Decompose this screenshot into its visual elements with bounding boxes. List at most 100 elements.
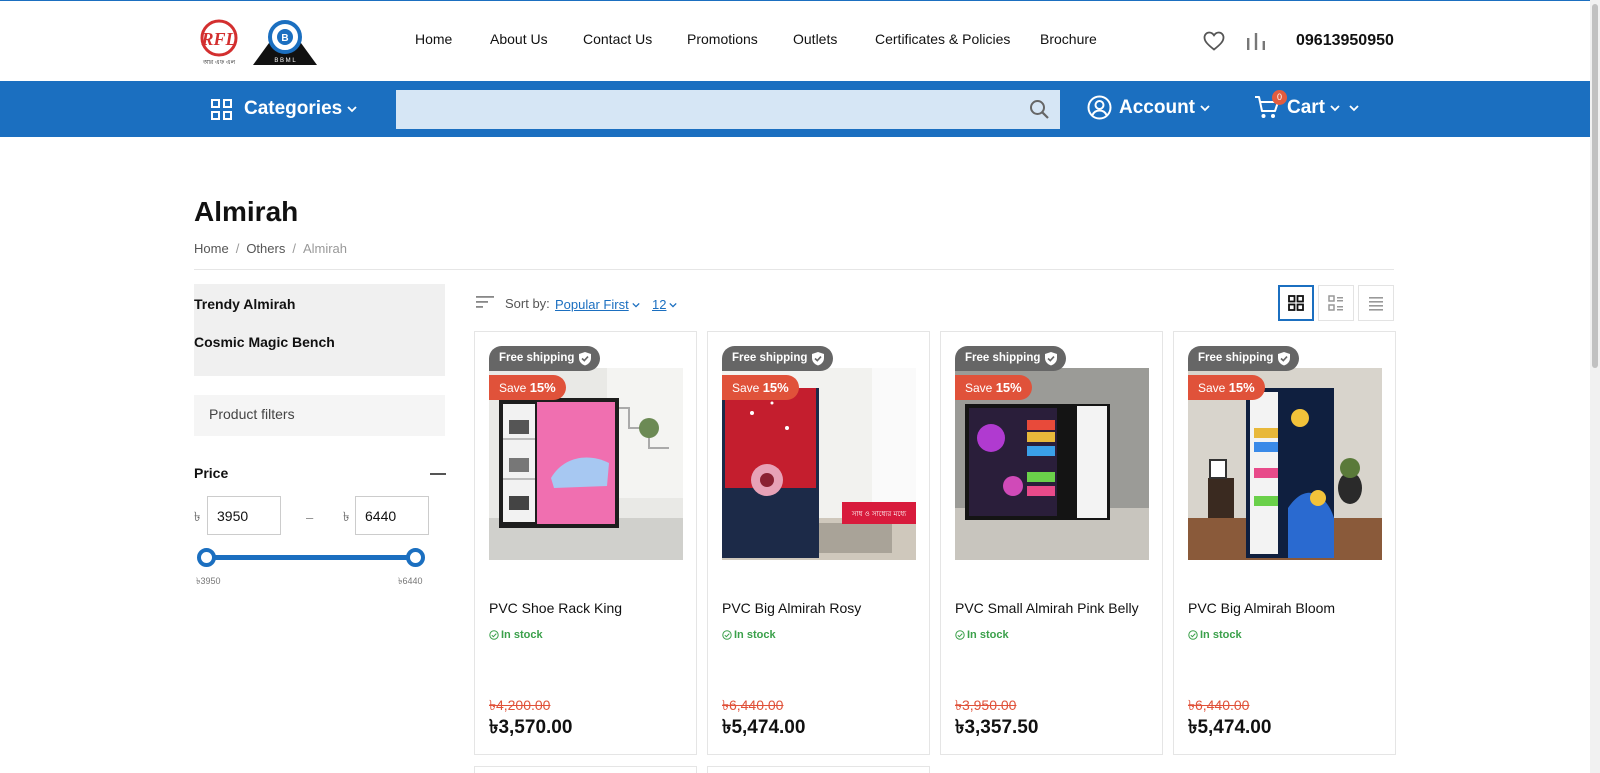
collapse-icon[interactable] [430,473,446,475]
check-circle-icon [722,630,732,640]
discount-prefix: Save [965,381,993,395]
bar-chart-icon[interactable] [1244,29,1268,53]
cart-count-badge: 0 [1272,90,1287,105]
chevron-down-icon [669,302,678,308]
product-name[interactable]: PVC Shoe Rack King [489,600,622,616]
shield-check-icon [1278,352,1291,366]
chevron-down-icon [1349,104,1359,111]
page-title: Almirah [194,196,299,227]
search-icon[interactable] [1029,99,1050,120]
price-max-input[interactable] [355,496,429,535]
subcategory-trendy-almirah[interactable]: Trendy Almirah [194,296,295,312]
price-filter-heading: Price [194,465,229,481]
chevron-down-icon [347,106,357,113]
product-card[interactable]: সাধ ও সাধ্যের মধ্যে Free shipping Save 1… [707,331,930,755]
per-page-select[interactable]: 12 [652,297,678,312]
product-card[interactable]: Free shipping Save 15% PVC Small Almirah… [940,331,1163,755]
product-filters-toggle[interactable]: Product filters [194,395,445,436]
top-header: RFL আর এফ এল B B B M L Home About Us Con… [0,0,1590,81]
per-page-value: 12 [652,297,667,312]
bbml-logo-subtext: B B M L [274,58,296,64]
divider [194,269,1394,270]
free-shipping-label: Free shipping [499,352,575,364]
search-input[interactable] [396,90,1016,129]
page-scrollbar[interactable] [1590,0,1600,773]
currency-symbol: ৳ [194,509,201,524]
free-shipping-badge: Free shipping [1188,346,1300,371]
product-name[interactable]: PVC Big Almirah Rosy [722,600,861,616]
product-name[interactable]: PVC Small Almirah Pink Belly [955,600,1139,616]
free-shipping-label: Free shipping [965,352,1041,364]
list-view-button[interactable] [1358,285,1394,321]
account-dropdown[interactable]: Account [1087,95,1210,120]
breadcrumb-separator: / [292,241,296,256]
breadcrumb: Home / Others / Almirah [194,241,347,256]
shield-check-icon [812,352,825,366]
nav-brochure[interactable]: Brochure [1040,31,1097,47]
price-slider-max-handle[interactable] [406,548,425,567]
shield-check-icon [1045,352,1058,366]
sale-price: ৳5,474.00 [722,717,806,738]
product-name[interactable]: PVC Big Almirah Bloom [1188,600,1335,616]
rfl-logo-subtext: আর এফ এল [202,59,236,66]
sale-price: ৳3,357.50 [955,717,1039,738]
nav-outlets[interactable]: Outlets [793,31,837,47]
stock-status: In stock [955,629,1009,641]
nav-contact-us[interactable]: Contact Us [583,31,652,47]
scrollbar-thumb[interactable] [1592,4,1598,368]
rfl-logo[interactable]: RFL আর এফ এল [196,18,242,66]
bbml-logo-text: B [281,33,288,44]
cart-dropdown[interactable]: 0 Cart [1254,90,1359,120]
sort-select[interactable]: Popular First [555,297,640,312]
price-slider-min-label: ৳3950 [196,576,221,586]
discount-badge: Save 15% [722,375,799,400]
price-slider-min-handle[interactable] [197,548,216,567]
price-range-separator: – [306,510,314,525]
sort-by-label: Sort by: [505,296,550,311]
discount-percent: 15% [1228,380,1255,395]
product-card[interactable] [707,766,930,773]
cart-label: Cart [1287,96,1326,118]
stock-label: In stock [734,629,776,641]
chevron-down-icon [1330,104,1340,111]
free-shipping-label: Free shipping [1198,352,1274,364]
nav-home[interactable]: Home [415,31,452,47]
heart-icon[interactable] [1202,29,1226,53]
sort-value: Popular First [555,297,629,312]
sort-icon [476,296,494,308]
stock-status: In stock [1188,629,1242,641]
categories-dropdown[interactable]: Categories [211,97,357,121]
phone-number[interactable]: 09613950950 [1296,32,1394,50]
free-shipping-label: Free shipping [732,352,808,364]
sale-price: ৳3,570.00 [489,717,573,738]
price-slider-max-label: ৳6440 [398,576,423,586]
stock-label: In stock [967,629,1009,641]
list-icon [1369,297,1383,311]
discount-percent: 15% [995,380,1022,395]
product-card[interactable]: Free shipping Save 15% PVC Shoe Rack Kin… [474,331,697,755]
discount-percent: 15% [529,380,556,395]
list-grid-view-button[interactable] [1318,285,1354,321]
product-card[interactable]: Free shipping Save 15% PVC Big Almirah B… [1173,331,1396,755]
user-icon [1087,95,1112,120]
discount-percent: 15% [762,380,789,395]
discount-prefix: Save [732,381,760,395]
chevron-down-icon [632,302,640,308]
breadcrumb-others[interactable]: Others [246,241,285,256]
breadcrumb-home[interactable]: Home [194,241,229,256]
discount-prefix: Save [1198,381,1226,395]
price-min-input[interactable] [207,496,281,535]
bbml-logo[interactable]: B B B M L [251,15,319,67]
grid-view-button[interactable] [1278,285,1314,321]
sale-price: ৳5,474.00 [1188,717,1272,738]
nav-promotions[interactable]: Promotions [687,31,758,47]
subcategory-cosmic-magic-bench[interactable]: Cosmic Magic Bench [194,334,335,350]
product-card[interactable] [474,766,697,773]
nav-about-us[interactable]: About Us [490,31,548,47]
nav-certificates-policies[interactable]: Certificates & Policies [875,31,1010,47]
price-slider-track[interactable] [207,555,416,560]
grid-icon [211,98,232,120]
categories-label: Categories [244,98,343,119]
grid-icon [1288,295,1304,311]
shield-check-icon [579,352,592,366]
